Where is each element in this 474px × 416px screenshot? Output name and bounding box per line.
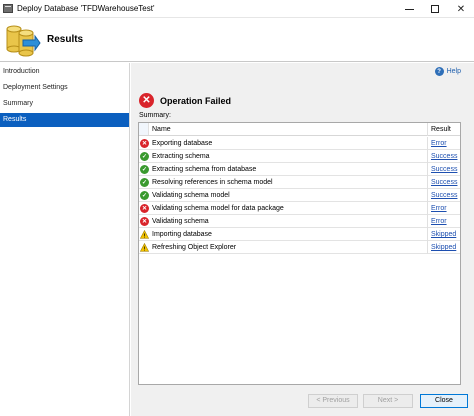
page-title: Results bbox=[47, 34, 84, 45]
sidebar-item-summary[interactable]: Summary bbox=[0, 97, 129, 111]
success-icon: ✓ bbox=[140, 152, 149, 161]
minimize-icon bbox=[404, 8, 414, 10]
error-icon: ✕ bbox=[140, 139, 149, 148]
main-panel: ? Help ✕ Operation Failed Summary: Name … bbox=[131, 63, 474, 416]
result-link[interactable]: Success bbox=[431, 163, 457, 176]
table-header: Name Result bbox=[139, 123, 460, 136]
step-name: Exporting database bbox=[152, 137, 428, 150]
svg-text:!: ! bbox=[144, 233, 146, 239]
sidebar-item-deployment-settings[interactable]: Deployment Settings bbox=[0, 81, 129, 95]
success-icon: ✓ bbox=[140, 178, 149, 187]
sidebar-item-results[interactable]: Results bbox=[0, 113, 129, 127]
column-header-name[interactable]: Name bbox=[152, 123, 428, 136]
error-icon: ✕ bbox=[140, 204, 149, 213]
maximize-icon bbox=[431, 5, 439, 13]
step-name: Validating schema model bbox=[152, 189, 428, 202]
window-title: Deploy Database 'TFDWarehouseTest' bbox=[17, 4, 155, 13]
previous-button[interactable]: < Previous bbox=[308, 394, 358, 408]
success-icon: ✓ bbox=[140, 191, 149, 200]
result-link[interactable]: Error bbox=[431, 202, 447, 215]
result-link[interactable]: Skipped bbox=[431, 228, 456, 241]
table-row[interactable]: ✓ Validating schema model Success bbox=[139, 189, 460, 202]
summary-label: Summary: bbox=[139, 112, 171, 119]
step-name: Extracting schema bbox=[152, 150, 428, 163]
error-icon: ✕ bbox=[139, 93, 154, 108]
result-link[interactable]: Error bbox=[431, 215, 447, 228]
close-icon: ✕ bbox=[456, 3, 466, 15]
result-link[interactable]: Error bbox=[431, 137, 447, 150]
column-header-result[interactable]: Result bbox=[429, 123, 460, 136]
step-name: Validating schema bbox=[152, 215, 428, 228]
table-row[interactable]: ✓ Extracting schema Success bbox=[139, 150, 460, 163]
title-bar: Deploy Database 'TFDWarehouseTest' ✕ bbox=[0, 0, 474, 18]
warning-icon: ! bbox=[140, 230, 149, 239]
table-row[interactable]: ✕ Exporting database Error bbox=[139, 137, 460, 150]
app-icon bbox=[3, 4, 13, 13]
close-window-button[interactable]: ✕ bbox=[448, 0, 474, 18]
database-icon bbox=[6, 25, 41, 57]
result-link[interactable]: Success bbox=[431, 150, 457, 163]
sidebar-item-introduction[interactable]: Introduction bbox=[0, 65, 129, 79]
result-link[interactable]: Success bbox=[431, 189, 457, 202]
svg-text:!: ! bbox=[144, 246, 146, 252]
row-selector-header bbox=[139, 123, 149, 135]
help-link[interactable]: ? Help bbox=[434, 67, 461, 76]
warning-icon: ! bbox=[140, 243, 149, 252]
sidebar: Introduction Deployment Settings Summary… bbox=[0, 63, 130, 416]
minimize-button[interactable] bbox=[396, 0, 422, 18]
table-row[interactable]: ! Importing database Skipped bbox=[139, 228, 460, 241]
help-label: Help bbox=[446, 68, 461, 75]
step-name: Validating schema model for data package bbox=[152, 202, 428, 215]
step-name: Extracting schema from database bbox=[152, 163, 428, 176]
success-icon: ✓ bbox=[140, 165, 149, 174]
operation-status-text: Operation Failed bbox=[160, 95, 232, 106]
table-row[interactable]: ✕ Validating schema model for data packag… bbox=[139, 202, 460, 215]
table-row[interactable]: ✓ Resolving references in schema model Suc… bbox=[139, 176, 460, 189]
result-link[interactable]: Success bbox=[431, 176, 457, 189]
table-row[interactable]: ✓ Extracting schema from database Success bbox=[139, 163, 460, 176]
help-icon: ? bbox=[434, 67, 444, 76]
step-name: Resolving references in schema model bbox=[152, 176, 428, 189]
table-row[interactable]: ✕ Validating schema Error bbox=[139, 215, 460, 228]
wizard-header: Results bbox=[0, 19, 474, 62]
operation-status: ✕ Operation Failed bbox=[139, 93, 231, 108]
results-table: Name Result ✕ Exporting database Error ✓ Ext… bbox=[138, 122, 461, 385]
table-row[interactable]: ! Refreshing Object Explorer Skipped bbox=[139, 241, 460, 254]
result-link[interactable]: Skipped bbox=[431, 241, 456, 254]
next-button[interactable]: Next > bbox=[363, 394, 413, 408]
close-button[interactable]: Close bbox=[420, 394, 468, 408]
maximize-button[interactable] bbox=[422, 0, 448, 18]
step-name: Importing database bbox=[152, 228, 428, 241]
error-icon: ✕ bbox=[140, 217, 149, 226]
step-name: Refreshing Object Explorer bbox=[152, 241, 428, 254]
